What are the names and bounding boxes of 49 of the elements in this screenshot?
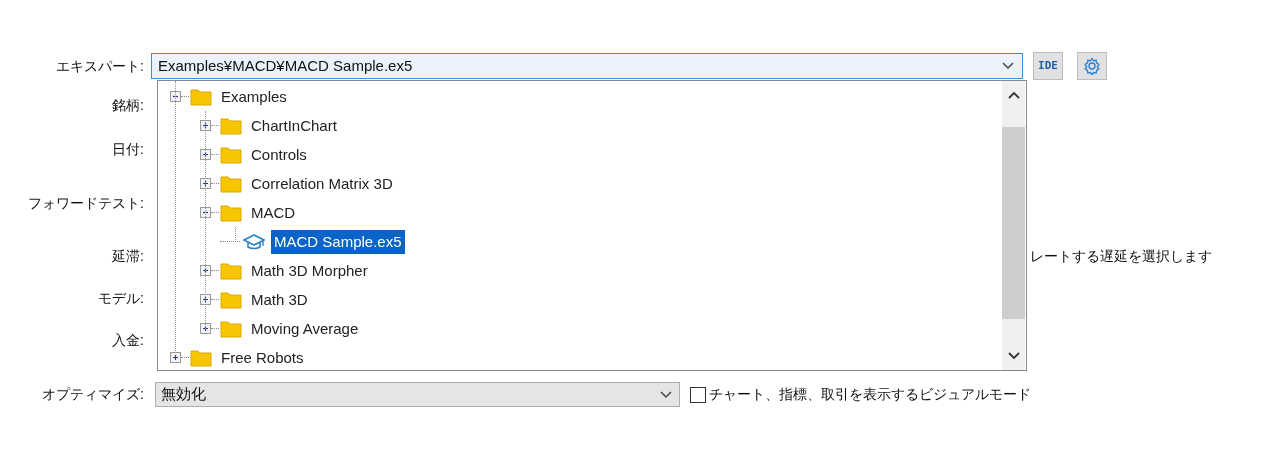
expert-dropdown[interactable]: Examples¥MACD¥MACD Sample.ex5 <box>151 53 1023 79</box>
tree-item[interactable]: Examples <box>218 84 290 109</box>
folder-icon <box>190 87 212 106</box>
graduation-cap-icon <box>243 232 265 251</box>
field-label: オプティマイズ: <box>41 385 145 404</box>
hint-text: レートする遅延を選択します <box>1030 247 1212 266</box>
field-label: フォワードテスト: <box>27 194 145 213</box>
tree-item[interactable]: Controls <box>248 142 310 167</box>
tree-item[interactable]: MACD Sample.ex5 <box>271 229 405 254</box>
folder-icon <box>220 261 242 280</box>
tree-item[interactable]: Math 3D Morpher <box>248 258 371 283</box>
scrollbar-thumb[interactable] <box>1002 127 1025 319</box>
optimize-dropdown[interactable]: 無効化 <box>155 382 680 407</box>
collapse-icon[interactable] <box>170 91 181 102</box>
settings-icon <box>1083 57 1101 75</box>
ide-button[interactable]: IDE <box>1033 52 1063 80</box>
field-label: 延滞: <box>111 247 145 266</box>
folder-icon <box>220 319 242 338</box>
expand-icon[interactable] <box>200 120 211 131</box>
folder-icon <box>190 348 212 367</box>
chevron-down-icon <box>1002 61 1016 71</box>
expand-icon[interactable] <box>170 352 181 363</box>
tree-item[interactable]: ChartInChart <box>248 113 340 138</box>
settings-button[interactable] <box>1077 52 1107 80</box>
expand-icon[interactable] <box>200 149 211 160</box>
folder-icon <box>220 145 242 164</box>
field-label: 入金: <box>111 331 145 350</box>
scrollbar[interactable] <box>1002 81 1025 370</box>
tree-item[interactable]: Correlation Matrix 3D <box>248 171 396 196</box>
folder-icon <box>220 116 242 135</box>
tree-item[interactable]: Math 3D <box>248 287 311 312</box>
chevron-down-icon <box>660 389 674 400</box>
folder-icon <box>220 203 242 222</box>
expand-icon[interactable] <box>200 323 211 334</box>
field-label: 日付: <box>111 140 145 159</box>
expand-icon[interactable] <box>200 178 211 189</box>
checkbox-label[interactable]: チャート、指標、取引を表示するビジュアルモード <box>709 384 1031 405</box>
expand-icon[interactable] <box>200 294 211 305</box>
field-label: モデル: <box>97 289 145 308</box>
tree-item[interactable]: Free Robots <box>218 345 307 370</box>
tree-item[interactable]: Moving Average <box>248 316 362 341</box>
expand-icon[interactable] <box>200 265 211 276</box>
field-label: エキスパート: <box>55 56 145 76</box>
collapse-icon[interactable] <box>200 207 211 218</box>
tree-item[interactable]: MACD <box>248 200 299 225</box>
folder-icon <box>220 290 242 309</box>
checkbox[interactable] <box>690 386 706 403</box>
field-label: 銘柄: <box>111 96 145 115</box>
folder-icon <box>220 174 242 193</box>
